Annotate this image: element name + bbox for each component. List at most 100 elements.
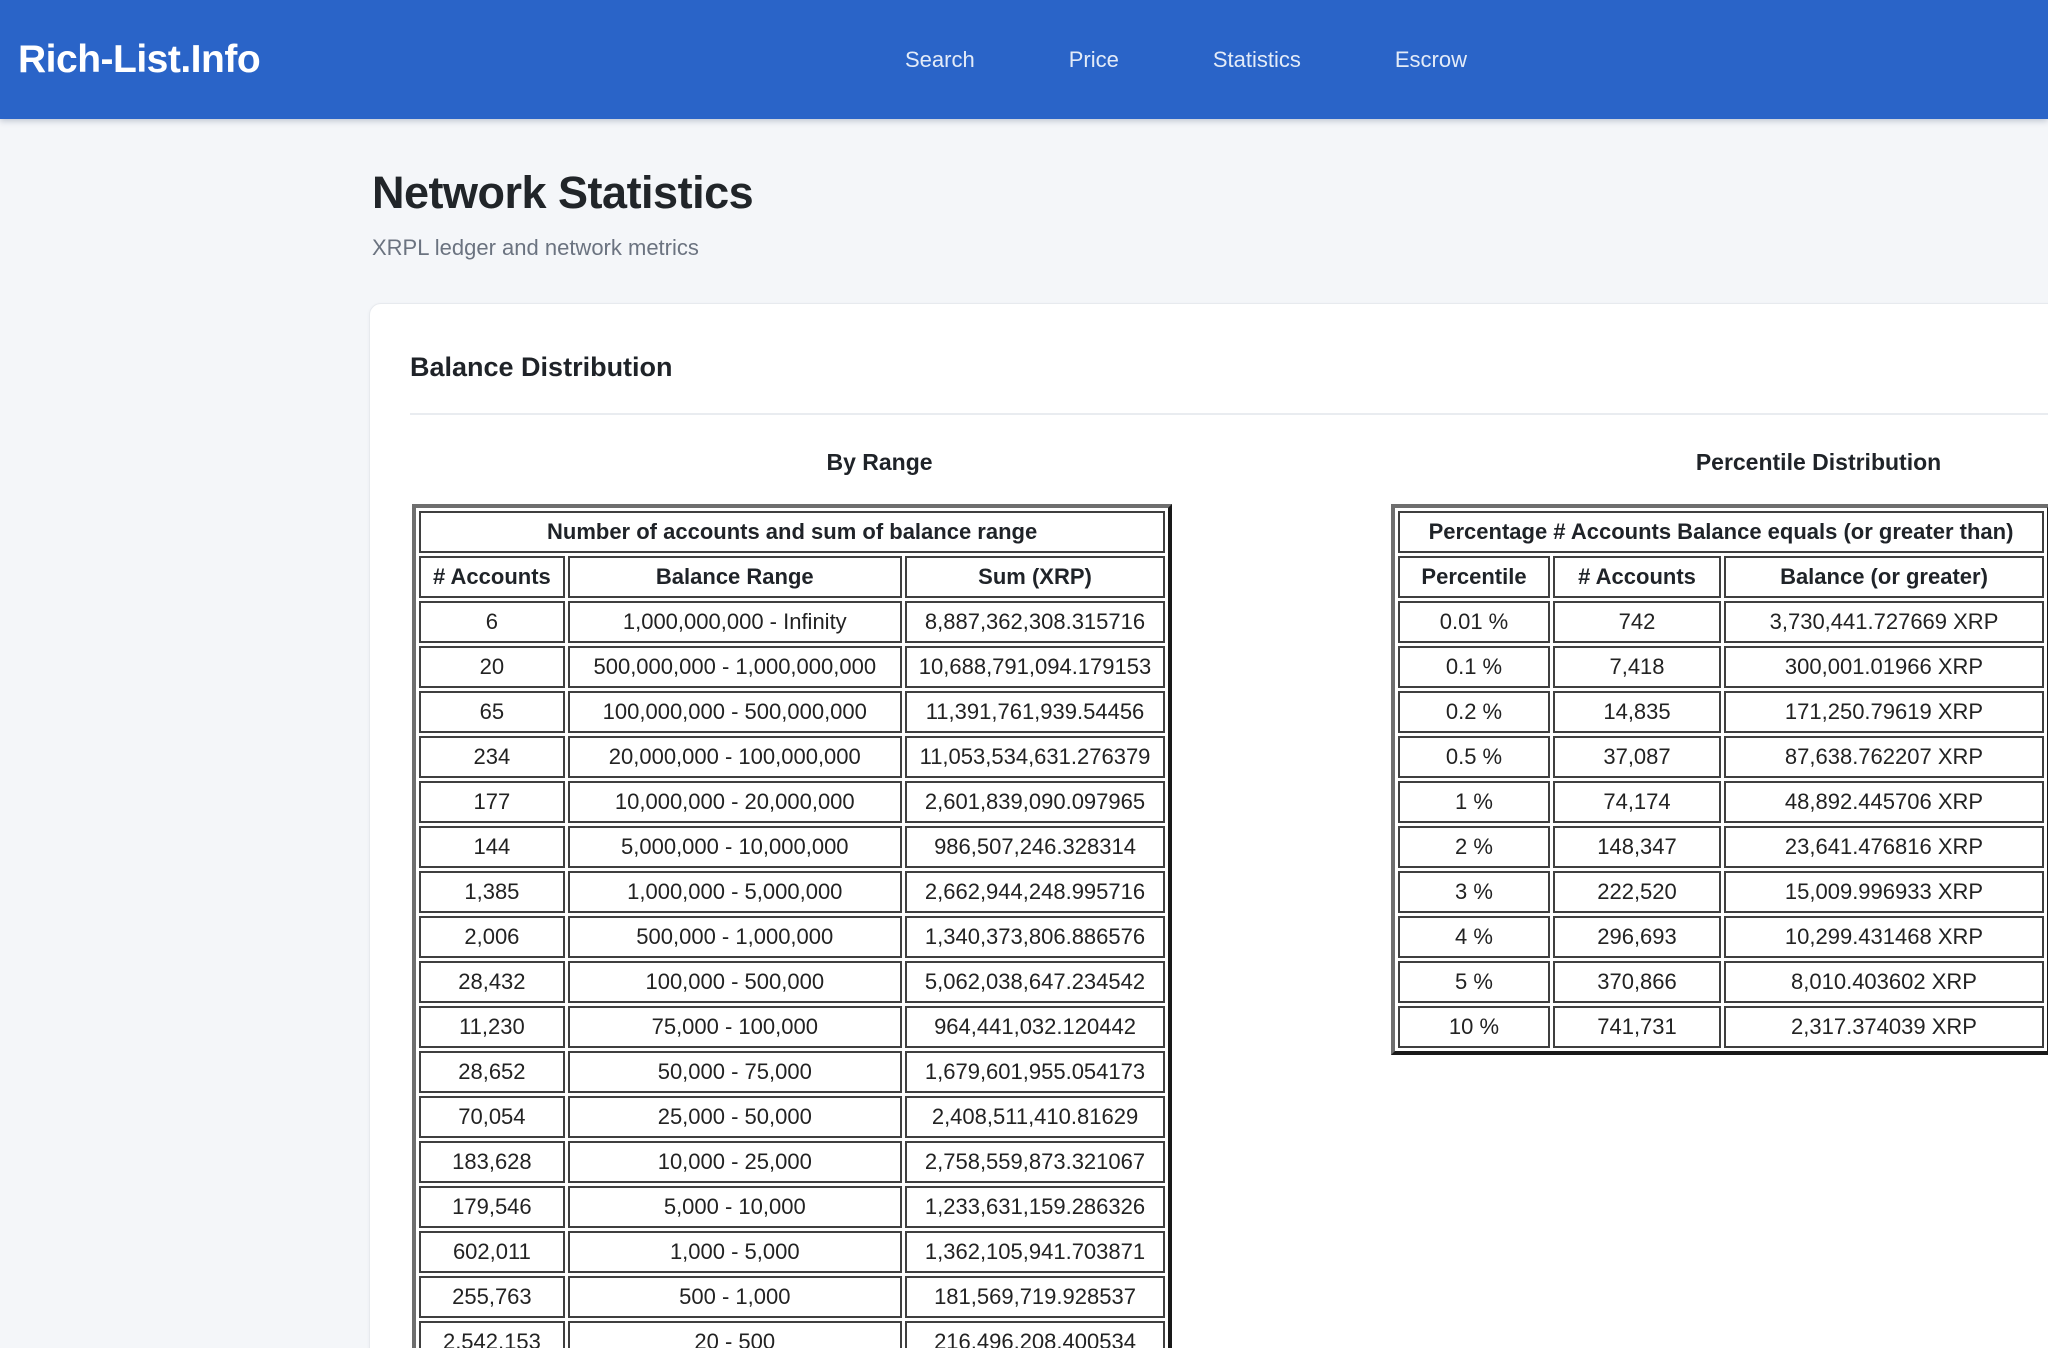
table-cell: 255,763 [419,1276,565,1318]
table-cell: 602,011 [419,1231,565,1273]
table-cell: 0.2 % [1398,691,1550,733]
table-header-row: # Accounts Balance Range Sum (XRP) [419,556,1165,598]
table-cell: 144 [419,826,565,868]
table-cell: 4 % [1398,916,1550,958]
table-row: 17710,000,000 - 20,000,0002,601,839,090.… [419,781,1165,823]
table-row: 28,65250,000 - 75,0001,679,601,955.05417… [419,1051,1165,1093]
table-cell: 10,000,000 - 20,000,000 [568,781,902,823]
table-cell: 0.5 % [1398,736,1550,778]
table-cell: 50,000 - 75,000 [568,1051,902,1093]
table-cell: 500,000,000 - 1,000,000,000 [568,646,902,688]
top-navbar: Rich-List.Info Search Price Statistics E… [0,0,2048,119]
nav-item-escrow[interactable]: Escrow [1395,47,1467,73]
table-cell: 100,000 - 500,000 [568,961,902,1003]
brand-logo[interactable]: Rich-List.Info [18,38,260,82]
table-row: 4 %296,69310,299.431468 XRP [1398,916,2044,958]
table-cell: 10,000 - 25,000 [568,1141,902,1183]
table-row: 3 %222,52015,009.996933 XRP [1398,871,2044,913]
table-cell: 70,054 [419,1096,565,1138]
table-row: 2,542,15320 - 500216,496,208.400534 [419,1321,1165,1348]
table-cell: 3,730,441.727669 XRP [1724,601,2044,643]
table-cell: 74,174 [1553,781,1721,823]
table-cell: 1,362,105,941.703871 [905,1231,1165,1273]
table-row: 11,23075,000 - 100,000964,441,032.120442 [419,1006,1165,1048]
table-cell: 48,892.445706 XRP [1724,781,2044,823]
table-cell: 5,000 - 10,000 [568,1186,902,1228]
card-divider [410,413,2048,415]
table-row: 2 %148,34723,641.476816 XRP [1398,826,2044,868]
table-cell: 20,000,000 - 100,000,000 [568,736,902,778]
table-row: 0.1 %7,418300,001.01966 XRP [1398,646,2044,688]
table-cell: 65 [419,691,565,733]
table-cell: 28,432 [419,961,565,1003]
nav-item-price[interactable]: Price [1069,47,1119,73]
table-caption: Percentage # Accounts Balance equals (or… [1398,511,2044,553]
table-cell: 10 % [1398,1006,1550,1048]
column-header: Balance Range [568,556,902,598]
table-row: 0.5 %37,08787,638.762207 XRP [1398,736,2044,778]
table-cell: 23,641.476816 XRP [1724,826,2044,868]
table-row: 179,5465,000 - 10,0001,233,631,159.28632… [419,1186,1165,1228]
column-header: Sum (XRP) [905,556,1165,598]
table-row: 183,62810,000 - 25,0002,758,559,873.3210… [419,1141,1165,1183]
table-cell: 20 - 500 [568,1321,902,1348]
table-cell: 14,835 [1553,691,1721,733]
table-cell: 2,758,559,873.321067 [905,1141,1165,1183]
table-cell: 11,391,761,939.54456 [905,691,1165,733]
table-cell: 11,230 [419,1006,565,1048]
table-row: 23420,000,000 - 100,000,00011,053,534,63… [419,736,1165,778]
table-caption-row: Percentage # Accounts Balance equals (or… [1398,511,2044,553]
card-title: Balance Distribution [410,352,2048,383]
table-cell: 10,299.431468 XRP [1724,916,2044,958]
table-cell: 25,000 - 50,000 [568,1096,902,1138]
nav-item-search[interactable]: Search [905,47,975,73]
card-columns: By Range Number of accounts and sum of b… [410,449,2048,1348]
main-nav: Search Price Statistics Escrow [905,0,1467,119]
table-row: 2,006500,000 - 1,000,0001,340,373,806.88… [419,916,1165,958]
column-header: # Accounts [419,556,565,598]
table-cell: 296,693 [1553,916,1721,958]
table-cell: 1,340,373,806.886576 [905,916,1165,958]
table-cell: 741,731 [1553,1006,1721,1048]
table-row: 70,05425,000 - 50,0002,408,511,410.81629 [419,1096,1165,1138]
table-cell: 1,679,601,955.054173 [905,1051,1165,1093]
percentile-label: Percentile Distribution [1349,449,2048,476]
table-row: 65100,000,000 - 500,000,00011,391,761,93… [419,691,1165,733]
table-cell: 2,006 [419,916,565,958]
table-cell: 183,628 [419,1141,565,1183]
table-cell: 2,601,839,090.097965 [905,781,1165,823]
table-row: 1 %74,17448,892.445706 XRP [1398,781,2044,823]
table-cell: 100,000,000 - 500,000,000 [568,691,902,733]
table-row: 255,763500 - 1,000181,569,719.928537 [419,1276,1165,1318]
table-cell: 216,496,208.400534 [905,1321,1165,1348]
table-row: 602,0111,000 - 5,0001,362,105,941.703871 [419,1231,1165,1273]
table-row: 1445,000,000 - 10,000,000986,507,246.328… [419,826,1165,868]
page-subtitle: XRPL ledger and network metrics [372,235,2048,261]
table-cell: 75,000 - 100,000 [568,1006,902,1048]
by-range-section: By Range Number of accounts and sum of b… [410,449,1349,1348]
table-cell: 986,507,246.328314 [905,826,1165,868]
table-cell: 222,520 [1553,871,1721,913]
table-cell: 5,062,038,647.234542 [905,961,1165,1003]
table-header-row: Percentile # Accounts Balance (or greate… [1398,556,2044,598]
table-cell: 8,887,362,308.315716 [905,601,1165,643]
table-cell: 10,688,791,094.179153 [905,646,1165,688]
page-title: Network Statistics [372,167,2048,219]
nav-item-statistics[interactable]: Statistics [1213,47,1301,73]
table-cell: 500,000 - 1,000,000 [568,916,902,958]
table-cell: 6 [419,601,565,643]
table-row: 5 %370,8668,010.403602 XRP [1398,961,2044,1003]
table-cell: 11,053,534,631.276379 [905,736,1165,778]
table-cell: 3 % [1398,871,1550,913]
table-cell: 2,662,944,248.995716 [905,871,1165,913]
table-cell: 1 % [1398,781,1550,823]
table-cell: 177 [419,781,565,823]
table-caption: Number of accounts and sum of balance ra… [419,511,1165,553]
table-cell: 5,000,000 - 10,000,000 [568,826,902,868]
table-row: 0.01 %7423,730,441.727669 XRP [1398,601,2044,643]
table-row: 61,000,000,000 - Infinity8,887,362,308.3… [419,601,1165,643]
table-cell: 20 [419,646,565,688]
table-cell: 1,000,000,000 - Infinity [568,601,902,643]
percentile-section: Percentile Distribution Percentage # Acc… [1349,449,2048,1348]
table-cell: 1,233,631,159.286326 [905,1186,1165,1228]
